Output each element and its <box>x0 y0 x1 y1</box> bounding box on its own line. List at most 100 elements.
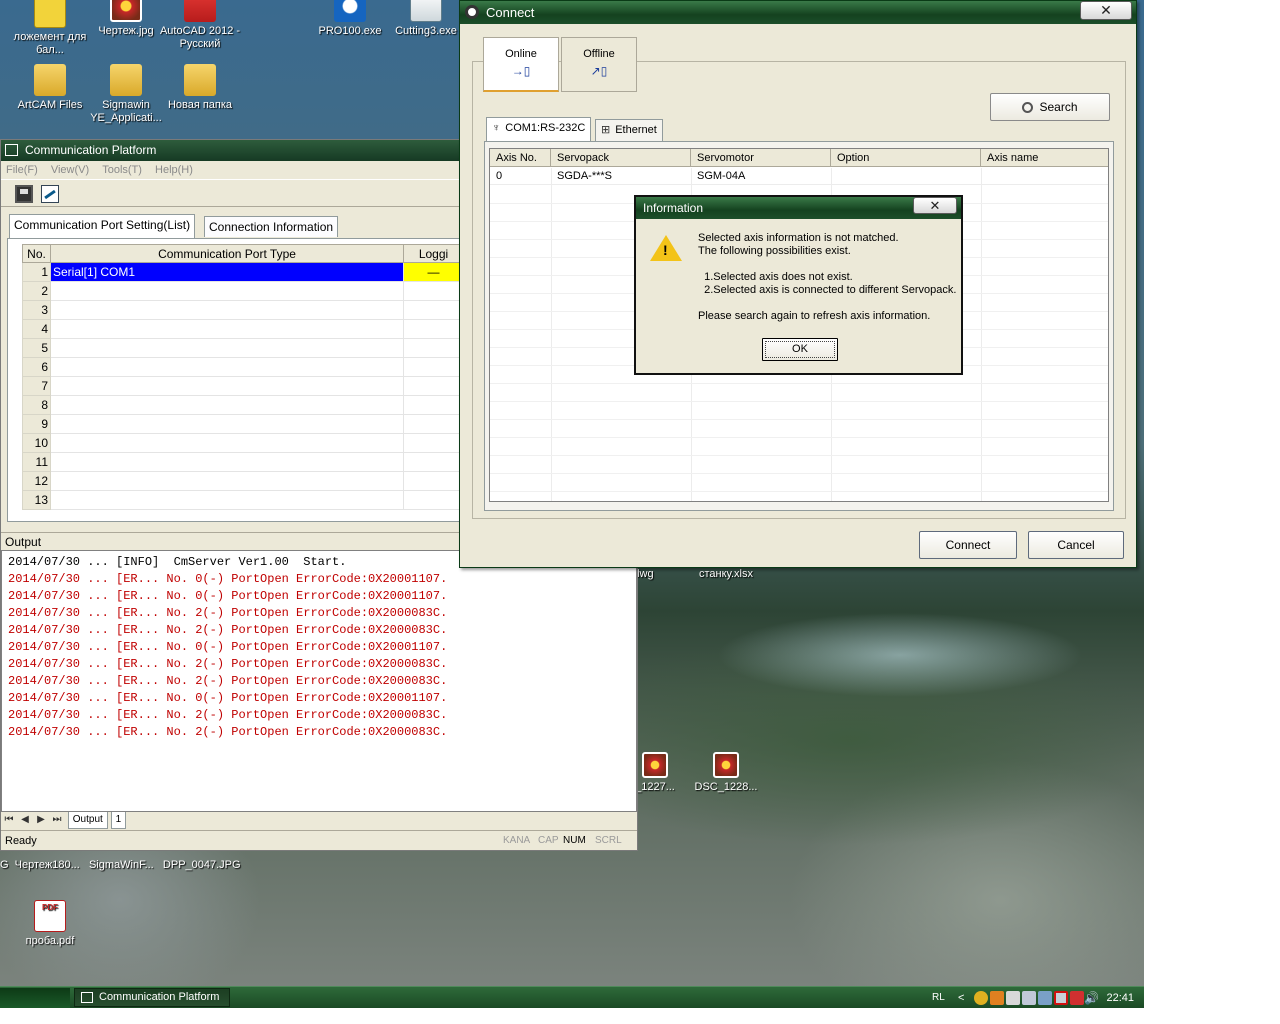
column-header-servomotor[interactable]: Servomotor <box>691 149 831 167</box>
start-button[interactable] <box>0 988 70 1008</box>
port-type-cell[interactable] <box>50 395 404 415</box>
menu-tools[interactable]: Tools(T) <box>102 164 142 176</box>
desktop-icon-app[interactable]: AutoCAD 2012 - Русский <box>158 0 242 51</box>
tab-port-setting-list[interactable]: Communication Port Setting(List) <box>9 214 196 238</box>
table-row[interactable]: 4 <box>22 319 464 339</box>
table-row[interactable]: 9 <box>22 414 464 434</box>
last-tab-icon[interactable]: ⏭ <box>49 812 65 828</box>
network-icon[interactable] <box>1038 991 1052 1005</box>
tray-app-icon[interactable] <box>990 991 1004 1005</box>
desktop-icon-app[interactable]: PRO100.exe <box>308 0 392 38</box>
info-title-bar[interactable]: Information ✕ <box>636 197 961 219</box>
tray-app-icon[interactable] <box>1006 991 1020 1005</box>
table-row[interactable]: 11 <box>22 452 464 472</box>
desktop-icon-folder[interactable]: Sigmawin YE_Applicati... <box>84 64 168 125</box>
column-header-option[interactable]: Option <box>831 149 981 167</box>
desktop-icon-file[interactable]: PDF проба.pdf <box>8 900 92 948</box>
cancel-button[interactable]: Cancel <box>1028 531 1124 559</box>
next-tab-icon[interactable]: ▶ <box>33 812 49 828</box>
output-tab[interactable]: Output <box>67 812 108 829</box>
column-header-axis-name[interactable]: Axis name <box>981 149 1108 167</box>
logging-cell[interactable] <box>403 452 464 472</box>
edit-icon[interactable] <box>41 185 59 203</box>
desktop-icon-folder[interactable]: Новая папка <box>158 64 242 112</box>
logging-cell[interactable] <box>403 414 464 434</box>
desktop-icon-file[interactable]: DSC_1228... <box>684 752 768 794</box>
tray-app-icon[interactable] <box>974 991 988 1005</box>
save-icon[interactable] <box>15 185 33 203</box>
close-icon[interactable]: ✕ <box>1080 1 1132 20</box>
connect-button[interactable]: Connect <box>919 531 1017 559</box>
output-log[interactable]: 2014/07/30 ... [INFO] CmServer Ver1.00 S… <box>1 550 637 812</box>
security-icon[interactable] <box>1070 991 1084 1005</box>
logging-cell[interactable] <box>403 300 464 320</box>
logging-cell[interactable] <box>403 395 464 415</box>
table-row[interactable]: 10 <box>22 433 464 453</box>
port-type-cell[interactable] <box>50 376 404 396</box>
table-row[interactable]: 2 <box>22 281 464 301</box>
port-type-cell[interactable] <box>50 357 404 377</box>
desktop-icon-file[interactable]: станку.xlsx <box>684 568 768 581</box>
logging-cell[interactable]: — <box>403 262 464 282</box>
tab-connection-information[interactable]: Connection Information <box>204 216 339 237</box>
port-type-cell[interactable] <box>50 452 404 472</box>
desktop-icon-app[interactable]: Cutting3.exe <box>384 0 468 38</box>
prev-tab-icon[interactable]: ◀ <box>17 812 33 828</box>
table-row[interactable]: 8 <box>22 395 464 415</box>
port-type-cell[interactable] <box>50 471 404 491</box>
port-type-cell[interactable] <box>50 338 404 358</box>
logging-cell[interactable] <box>403 433 464 453</box>
menu-file[interactable]: File(F) <box>6 164 38 176</box>
close-icon[interactable]: ✕ <box>913 197 957 214</box>
menu-help[interactable]: Help(H) <box>155 164 193 176</box>
tab-ethernet[interactable]: ⊞ Ethernet <box>595 119 663 141</box>
desktop-icon-folder[interactable]: ArtCAM Files <box>8 64 92 112</box>
volume-icon[interactable]: 🔊 <box>1084 987 1099 1009</box>
logging-cell[interactable] <box>403 281 464 301</box>
table-row[interactable]: 7 <box>22 376 464 396</box>
port-type-cell[interactable] <box>50 490 404 510</box>
port-type-cell[interactable] <box>50 300 404 320</box>
column-header-port-type[interactable]: Communication Port Type <box>50 244 404 263</box>
logging-cell[interactable] <box>403 471 464 491</box>
desktop-icon-file[interactable]: ложемент для бал... <box>8 0 92 57</box>
table-row[interactable]: 6 <box>22 357 464 377</box>
output-tab-1[interactable]: 1 <box>110 812 127 829</box>
tray-expand-icon[interactable]: < <box>958 987 964 1009</box>
ok-button[interactable]: OK <box>762 338 838 361</box>
port-type-cell[interactable] <box>50 319 404 339</box>
column-header-logging[interactable]: Loggi <box>403 244 464 263</box>
table-row[interactable]: 5 <box>22 338 464 358</box>
logging-cell[interactable] <box>403 338 464 358</box>
tab-offline[interactable]: Offline ↗▯ <box>561 37 637 92</box>
port-type-cell[interactable] <box>50 433 404 453</box>
clock[interactable]: 22:41 <box>1106 987 1134 1009</box>
menu-view[interactable]: View(V) <box>51 164 89 176</box>
column-header-axis-no[interactable]: Axis No. <box>490 149 551 167</box>
logging-cell[interactable] <box>403 376 464 396</box>
search-button[interactable]: Search <box>990 93 1110 121</box>
tray-app-icon[interactable] <box>1022 991 1036 1005</box>
logging-cell[interactable] <box>403 490 464 510</box>
table-row[interactable]: 12 <box>22 471 464 491</box>
table-row[interactable]: 13 <box>22 490 464 510</box>
port-type-cell[interactable] <box>50 281 404 301</box>
first-tab-icon[interactable]: ⏮ <box>1 812 17 828</box>
table-row[interactable]: 3 <box>22 300 464 320</box>
tab-com1-rs232c[interactable]: ♆ COM1:RS-232C <box>486 117 592 142</box>
column-header-no[interactable]: No. <box>22 244 51 263</box>
table-row[interactable]: 0 SGDA-***S SGM-04A <box>490 168 1108 185</box>
network-disconnected-icon[interactable] <box>1054 991 1068 1005</box>
taskbar-item-communication-platform[interactable]: Communication Platform <box>74 988 230 1007</box>
logging-cell[interactable] <box>403 357 464 377</box>
column-header-servopack[interactable]: Servopack <box>551 149 691 167</box>
connect-title-bar[interactable]: Connect ✕ <box>460 1 1136 24</box>
desktop-icon-file[interactable]: Чертеж.jpg <box>84 0 168 38</box>
port-type-cell[interactable]: Serial[1] COM1 <box>50 262 404 282</box>
logging-cell[interactable] <box>403 319 464 339</box>
port-type-cell[interactable] <box>50 414 404 434</box>
row-number: 6 <box>22 357 51 377</box>
language-indicator[interactable]: RL <box>932 987 945 1009</box>
table-row[interactable]: 1 Serial[1] COM1 — <box>22 262 464 282</box>
tab-online[interactable]: Online →▯ <box>483 37 559 92</box>
